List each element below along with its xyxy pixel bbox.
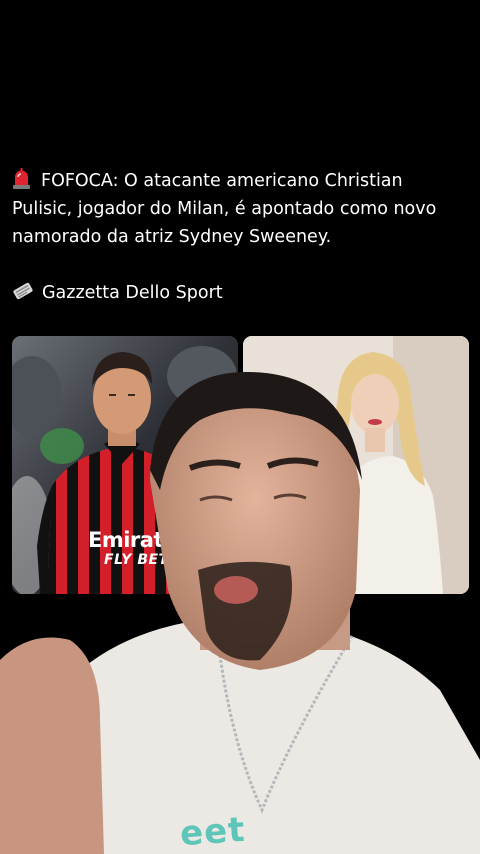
shirt-print-text: eet — [178, 809, 247, 854]
headline-text: FOFOCA: O atacante americano Christian P… — [12, 171, 437, 247]
post-caption: FOFOCA: O atacante americano Christian P… — [12, 167, 468, 307]
presenter-video-frame: eet — [0, 360, 480, 854]
police-light-icon — [12, 168, 31, 189]
headline-paragraph: FOFOCA: O atacante americano Christian P… — [12, 167, 468, 251]
source-text: Gazzetta Dello Sport — [42, 283, 223, 303]
source-paragraph: Gazzetta Dello Sport — [12, 279, 468, 307]
newspaper-icon — [12, 281, 34, 301]
